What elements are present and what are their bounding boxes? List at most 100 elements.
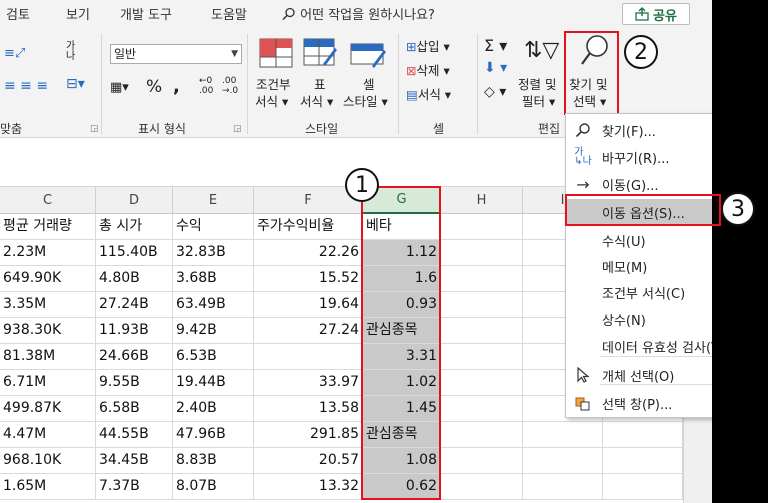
merge-icon[interactable]: ⊟▾ [66,76,85,92]
table-cell[interactable]: 3.35M [0,292,96,318]
tab-help[interactable]: 도움말 [211,4,247,23]
table-cell[interactable]: 6.53B [173,344,254,370]
empty-cell[interactable] [441,240,523,266]
table-cell[interactable]: 115.40B [96,240,173,266]
table-cell[interactable]: 1.65M [0,474,96,500]
empty-cell[interactable] [441,214,523,240]
tab-review[interactable]: 검토 [6,4,30,23]
empty-cell[interactable] [441,396,523,422]
table-cell[interactable]: 499.87K [0,396,96,422]
fill-icon[interactable]: ⬇ ▾ [484,60,507,76]
alignment-launcher-icon[interactable]: ◲ [90,124,99,134]
column-g-highlight [361,186,441,500]
table-cell[interactable]: 3.68B [173,266,254,292]
table-cell[interactable]: 8.83B [173,448,254,474]
increase-decimal-icon[interactable]: ←0.00 [199,76,213,96]
table-cell[interactable]: 8.07B [173,474,254,500]
tell-me-search[interactable]: 어떤 작업을 원하시나요? [282,4,435,23]
table-cell[interactable]: 7.37B [96,474,173,500]
empty-cell[interactable] [603,422,683,448]
column-header-e[interactable]: E [173,187,254,214]
wrap-text-icon[interactable]: 가나 [66,42,75,62]
table-cell[interactable]: 15.52 [254,266,363,292]
table-cell[interactable]: 291.85 [254,422,363,448]
badge-two: 2 [624,35,658,69]
column-header-c[interactable]: C [0,187,96,214]
header-cell[interactable]: 주가수익비율 [254,214,363,240]
table-cell[interactable]: 9.42B [173,318,254,344]
table-cell[interactable] [254,344,363,370]
table-cell[interactable]: 9.55B [96,370,173,396]
insert-cells-button[interactable]: ⊞삽입 ▾ [406,36,450,55]
table-cell[interactable]: 20.57 [254,448,363,474]
empty-cell[interactable] [441,448,523,474]
header-cell[interactable]: 평균 거래량 [0,214,96,240]
empty-cell[interactable] [523,448,603,474]
table-cell[interactable]: 44.55B [96,422,173,448]
table-cell[interactable]: 6.71M [0,370,96,396]
table-cell[interactable]: 63.49B [173,292,254,318]
table-cell[interactable]: 938.30K [0,318,96,344]
number-format-select[interactable]: 일반 ▼ [110,44,242,64]
table-cell[interactable]: 649.90K [0,266,96,292]
table-cell[interactable]: 33.97 [254,370,363,396]
empty-cell[interactable] [441,344,523,370]
table-cell[interactable]: 2.23M [0,240,96,266]
column-header-d[interactable]: D [96,187,173,214]
table-cell[interactable]: 13.58 [254,396,363,422]
table-cell[interactable]: 27.24B [96,292,173,318]
indent-icon[interactable]: ≡⤢ [4,46,25,61]
table-cell[interactable]: 27.24 [254,318,363,344]
table-format-label-2: 서식 ▾ [300,94,334,109]
table-cell[interactable]: 6.58B [96,396,173,422]
table-cell[interactable]: 81.38M [0,344,96,370]
empty-cell[interactable] [441,474,523,500]
table-cell[interactable]: 19.64 [254,292,363,318]
table-cell[interactable]: 47.96B [173,422,254,448]
share-button[interactable]: 공유 [622,3,690,25]
column-header-h[interactable]: H [441,187,523,214]
decrease-decimal-icon[interactable]: .00 →.0 [222,76,238,96]
percent-button[interactable]: % [146,77,162,97]
empty-cell[interactable] [603,448,683,474]
table-cell[interactable]: 2.40B [173,396,254,422]
align-center-icon[interactable]: ≡ ≡ ≡ [4,78,48,94]
accounting-format-icon[interactable]: ▦▾ [110,80,129,95]
sort-filter-icon: ⇅▽ [524,38,560,63]
format-cells-button[interactable]: ▤서식 ▾ [406,84,451,103]
empty-cell[interactable] [441,318,523,344]
table-cell[interactable]: 968.10K [0,448,96,474]
clear-icon[interactable]: ◇ ▾ [484,84,506,100]
comma-button[interactable]: , [173,76,180,97]
table-cell[interactable]: 11.93B [96,318,173,344]
table-cell[interactable]: 24.66B [96,344,173,370]
table-cell[interactable]: 34.45B [96,448,173,474]
table-cell[interactable]: 32.83B [173,240,254,266]
cursor-icon [566,367,600,383]
tab-view[interactable]: 보기 [66,4,90,23]
empty-cell[interactable] [603,474,683,500]
cell-styles-label-2: 스타일 ▾ [343,94,388,109]
empty-cell[interactable] [523,474,603,500]
format-icon: ▤ [406,87,418,102]
table-cell[interactable]: 19.44B [173,370,254,396]
table-cell[interactable]: 13.32 [254,474,363,500]
group-label-number: 표시 형식 [138,122,186,136]
autosum-icon[interactable]: Σ ▾ [484,36,507,55]
empty-cell[interactable] [441,292,523,318]
tab-developer[interactable]: 개발 도구 [120,4,172,23]
table-cell[interactable]: 4.47M [0,422,96,448]
insert-icon: ⊞ [406,39,417,54]
number-launcher-icon[interactable]: ◲ [233,124,242,134]
empty-cell[interactable] [441,422,523,448]
delete-cells-button[interactable]: ⊠삭제 ▾ [406,60,450,79]
empty-cell[interactable] [441,266,523,292]
table-cell[interactable]: 4.80B [96,266,173,292]
header-cell[interactable]: 수익 [173,214,254,240]
header-cell[interactable]: 총 시가 [96,214,173,240]
empty-cell[interactable] [523,422,603,448]
table-cell[interactable]: 22.26 [254,240,363,266]
tell-me-placeholder: 어떤 작업을 원하시나요? [300,8,435,23]
dropdown-item-label: 상수(N) [602,313,646,329]
empty-cell[interactable] [441,370,523,396]
